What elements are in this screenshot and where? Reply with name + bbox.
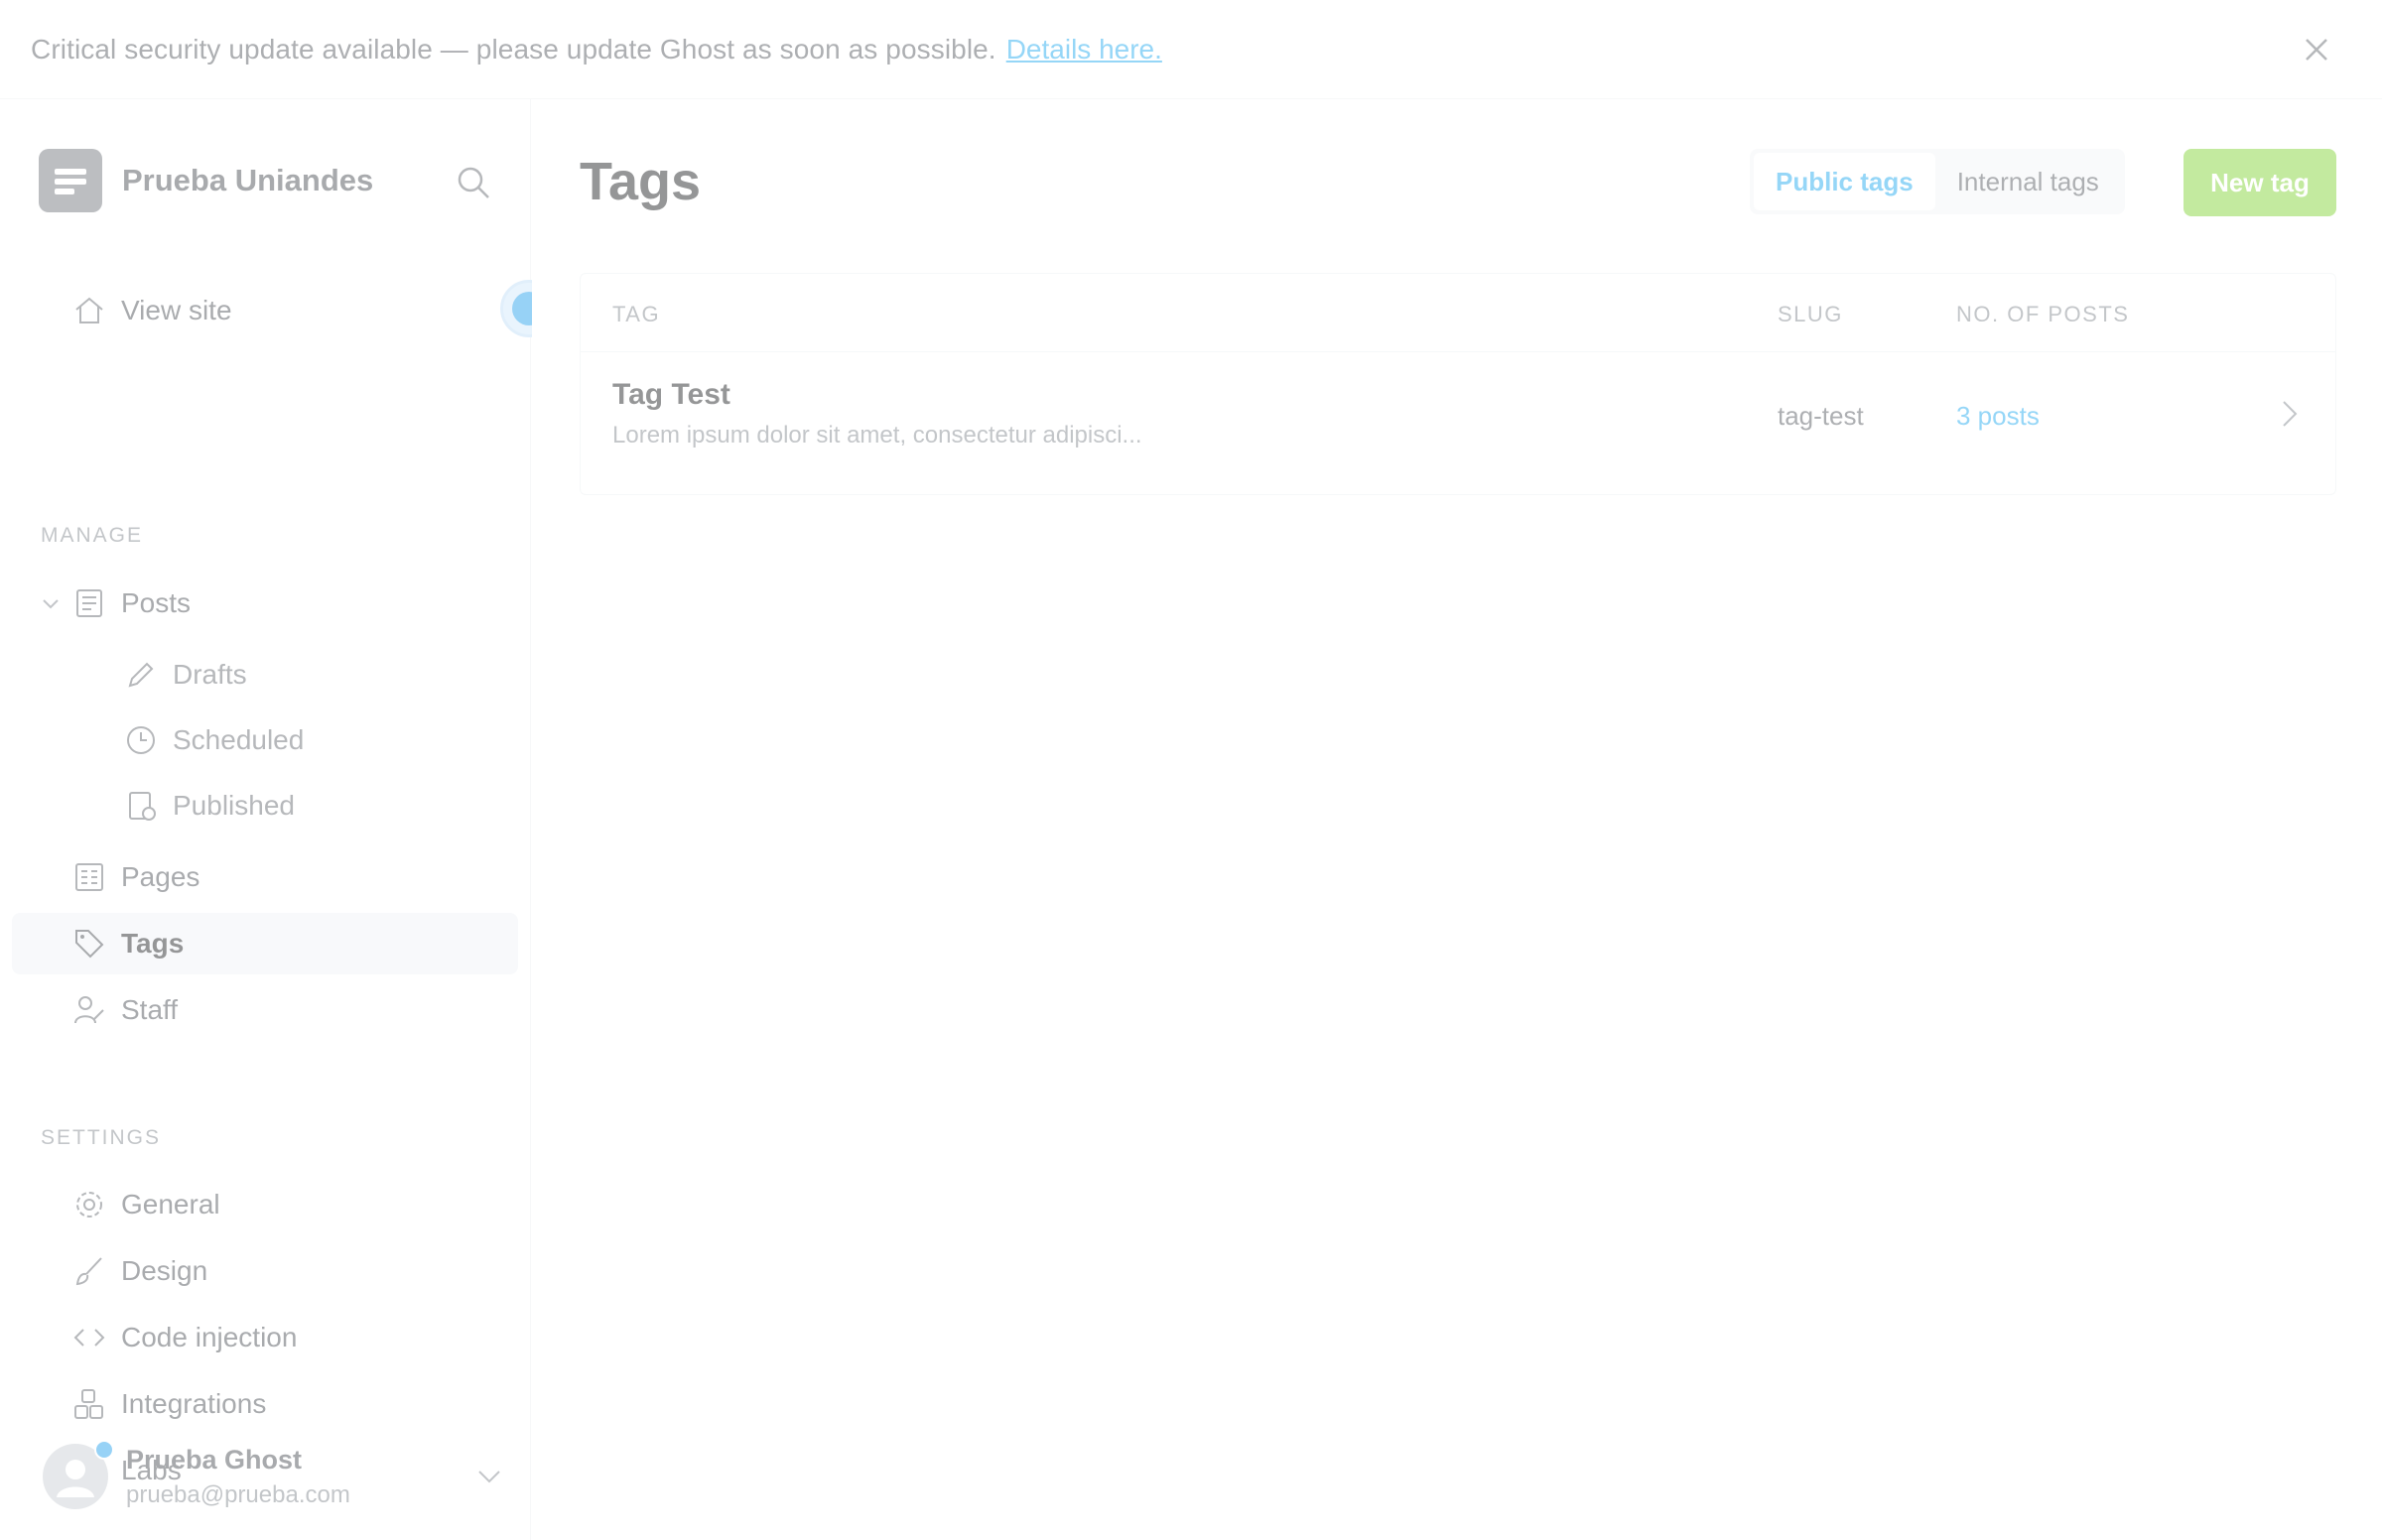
home-icon <box>75 297 103 323</box>
main-content: Tags Public tags Internal tags New tag T… <box>532 99 2382 1540</box>
tag-description: Lorem ipsum dolor sit amet, consectetur … <box>612 422 1142 449</box>
nav-general-label: General <box>121 1189 220 1219</box>
brand-name: Prueba Uniandes <box>122 163 374 197</box>
nav-tags[interactable]: Tags <box>12 913 518 974</box>
gear-icon <box>76 1192 102 1218</box>
nav-published[interactable]: Published <box>12 775 518 836</box>
nav-published-label: Published <box>173 790 295 821</box>
staff-icon <box>74 996 104 1024</box>
nav-posts[interactable]: Posts <box>12 573 518 634</box>
user-menu[interactable]: Prueba Ghost prueba@prueba.com <box>43 1437 509 1516</box>
page-title: Tags <box>580 152 702 211</box>
nav-design-label: Design <box>121 1255 208 1286</box>
sidebar: Prueba Uniandes View site MANAGE Posts D… <box>0 99 558 1540</box>
nav-posts-label: Posts <box>121 587 192 618</box>
column-header-tag: TAG <box>612 302 661 326</box>
update-banner: Critical security update available — ple… <box>0 0 2382 99</box>
user-email: prueba@prueba.com <box>126 1480 350 1508</box>
nav-integrations-label: Integrations <box>121 1388 267 1419</box>
nav-drafts-label: Drafts <box>173 659 247 690</box>
banner-details-link[interactable]: Details here. <box>1006 34 1162 65</box>
tag-filter-tabs: Public tags Internal tags <box>1750 149 2125 214</box>
tag-name: Tag Test <box>612 378 730 411</box>
nav-tags-label: Tags <box>121 928 185 959</box>
banner-text: Critical security update available — ple… <box>31 33 996 64</box>
notification-dot <box>94 1440 114 1460</box>
pencil-icon <box>128 662 154 688</box>
nav-design[interactable]: Design <box>12 1240 518 1302</box>
search-icon[interactable] <box>454 163 493 202</box>
nav-staff-label: Staff <box>121 994 179 1025</box>
tab-public-tags[interactable]: Public tags <box>1754 153 1935 210</box>
tab-internal-tags[interactable]: Internal tags <box>1935 153 2121 210</box>
nav-view-site[interactable]: View site <box>12 280 518 341</box>
nav-pages-label: Pages <box>121 861 200 892</box>
nav-pages[interactable]: Pages <box>12 846 518 908</box>
table-row[interactable]: Tag Test Lorem ipsum dolor sit amet, con… <box>581 352 2335 496</box>
posts-icon <box>76 589 102 617</box>
tag-icon <box>75 930 104 959</box>
published-icon <box>129 792 156 821</box>
nav-integrations[interactable]: Integrations <box>12 1373 518 1435</box>
chevron-down-icon[interactable] <box>38 590 64 616</box>
chevron-right-icon <box>2283 401 2298 427</box>
brush-icon <box>75 1257 102 1286</box>
new-tag-button[interactable]: New tag <box>2184 149 2336 216</box>
integrations-icon <box>74 1389 103 1419</box>
brand[interactable]: Prueba Uniandes <box>39 149 373 212</box>
brand-logo-icon <box>39 149 102 212</box>
nav-drafts[interactable]: Drafts <box>12 644 518 706</box>
column-header-slug: SLUG <box>1778 302 1843 326</box>
tag-posts-link[interactable]: 3 posts <box>1956 401 2040 432</box>
settings-section-label: SETTINGS <box>41 1126 162 1149</box>
chevron-down-icon[interactable] <box>469 1457 509 1496</box>
nav-code-injection-label: Code injection <box>121 1322 298 1352</box>
pages-icon <box>75 863 103 891</box>
nav-view-site-label: View site <box>121 295 232 325</box>
code-icon <box>73 1329 105 1347</box>
user-name: Prueba Ghost <box>126 1444 303 1475</box>
column-header-posts: NO. OF POSTS <box>1956 302 2130 326</box>
tag-slug: tag-test <box>1778 401 1864 431</box>
nav-staff[interactable]: Staff <box>12 979 518 1041</box>
clock-icon <box>127 726 155 754</box>
nav-scheduled-label: Scheduled <box>173 724 305 755</box>
close-icon[interactable] <box>2297 30 2336 69</box>
tags-table: TAG SLUG NO. OF POSTS Tag Test Lorem ips… <box>580 273 2336 495</box>
manage-section-label: MANAGE <box>41 524 144 547</box>
nav-code-injection[interactable]: Code injection <box>12 1307 518 1368</box>
nav-scheduled[interactable]: Scheduled <box>12 709 518 771</box>
nav-general[interactable]: General <box>12 1174 518 1235</box>
avatar <box>43 1440 114 1509</box>
